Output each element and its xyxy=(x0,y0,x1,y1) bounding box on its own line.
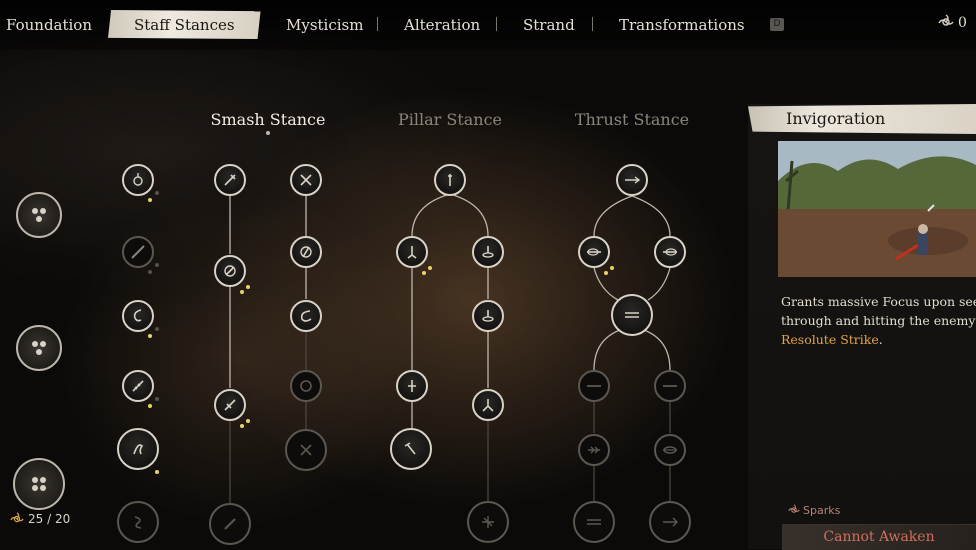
skill-node-major[interactable] xyxy=(117,428,159,470)
skill-node[interactable] xyxy=(122,236,154,268)
spark-icon xyxy=(788,504,800,513)
pillar-slam-icon xyxy=(404,442,416,455)
skill-node[interactable] xyxy=(122,164,154,196)
upgrade-pip xyxy=(422,271,426,275)
skill-node[interactable] xyxy=(122,370,154,402)
upgrade-pip xyxy=(246,285,250,289)
skill-node[interactable] xyxy=(434,164,466,196)
skill-node[interactable] xyxy=(472,300,504,332)
description-line: Grants massive Focus upon seeing xyxy=(781,294,976,309)
thrust-icon xyxy=(663,385,677,387)
skill-node-locked[interactable] xyxy=(654,434,686,466)
skill-node-locked[interactable] xyxy=(290,370,322,402)
staff-smash-icon xyxy=(224,174,236,186)
upgrade-pip xyxy=(155,263,159,267)
upgrade-pip xyxy=(428,266,432,270)
skill-node[interactable] xyxy=(214,389,246,421)
skill-node-locked[interactable] xyxy=(209,503,251,545)
skill-node-locked[interactable] xyxy=(467,501,509,543)
skill-node-locked[interactable] xyxy=(578,434,610,466)
cross-staves-icon xyxy=(300,174,312,186)
eye-icon xyxy=(663,446,677,454)
skill-node-locked[interactable] xyxy=(578,370,610,402)
crescent-icon xyxy=(300,310,312,322)
upgrade-pip xyxy=(155,470,159,474)
skill-node[interactable] xyxy=(214,164,246,196)
thrust-combo-icon xyxy=(587,519,601,525)
staff-smash-icon xyxy=(224,518,236,530)
thrust-icon xyxy=(625,176,641,184)
thrust-icon xyxy=(663,517,679,527)
monkey-leap-icon xyxy=(133,444,144,455)
upgrade-pip xyxy=(240,424,244,428)
sparks-cost: Sparks xyxy=(788,504,840,517)
swirl-icon xyxy=(134,516,142,529)
description-line: through and hitting the enemy wi xyxy=(781,313,976,328)
upgrade-pip xyxy=(148,334,152,338)
description-line: Resolute Strike. xyxy=(781,332,883,347)
burst-icon xyxy=(482,516,494,528)
skill-node-major[interactable] xyxy=(611,294,653,336)
pillar-sweep-icon xyxy=(482,399,494,412)
skill-node[interactable] xyxy=(122,300,154,332)
spin-icon xyxy=(133,173,143,186)
skill-node-locked[interactable] xyxy=(285,429,327,471)
skill-node-major[interactable] xyxy=(390,428,432,470)
skill-node[interactable] xyxy=(396,236,428,268)
skill-description: Grants massive Focus upon seeing through… xyxy=(781,292,976,349)
pillar-stand-icon xyxy=(408,380,416,392)
upgrade-pip xyxy=(148,270,152,274)
hook-icon xyxy=(133,309,142,322)
skill-node-locked[interactable] xyxy=(649,501,691,543)
upgrade-pip xyxy=(604,271,608,275)
skill-node-locked[interactable] xyxy=(654,370,686,402)
upgrade-pip xyxy=(240,290,244,294)
skill-node-locked[interactable] xyxy=(117,501,159,543)
orb-icon xyxy=(300,380,312,392)
upgrade-pip xyxy=(155,397,159,401)
upgrade-pip xyxy=(610,266,614,270)
skill-node[interactable] xyxy=(214,255,246,287)
upgrade-pip xyxy=(155,191,159,195)
thrust-wind-icon xyxy=(663,248,677,256)
thrust-icon xyxy=(587,385,601,387)
staff-charge-icon xyxy=(132,380,144,392)
skill-node[interactable] xyxy=(578,236,610,268)
upgrade-pip xyxy=(155,327,159,331)
skill-node[interactable] xyxy=(472,389,504,421)
highlight-skill-name: Resolute Strike xyxy=(781,332,879,347)
whirl-icon xyxy=(224,265,236,277)
skill-node[interactable] xyxy=(396,370,428,402)
heavy-smash-icon xyxy=(224,399,236,411)
pillar-kick-icon xyxy=(407,246,417,259)
pillar-spin-icon xyxy=(482,246,494,258)
skill-preview-image xyxy=(778,141,976,277)
awaken-button[interactable]: Cannot Awaken xyxy=(782,524,976,550)
skill-detail-panel: Invigoration Grants massive Focus upon s… xyxy=(748,104,976,550)
skill-node[interactable] xyxy=(654,236,686,268)
upgrade-pip xyxy=(148,198,152,202)
feather-icon xyxy=(588,446,600,454)
pillar-spin-icon xyxy=(482,310,494,322)
slash-circle-icon xyxy=(300,246,312,258)
skill-title: Invigoration xyxy=(748,104,976,134)
skill-node[interactable] xyxy=(290,236,322,268)
upgrade-pip xyxy=(148,404,152,408)
skill-node[interactable] xyxy=(472,236,504,268)
thrust-combo-icon xyxy=(625,312,639,318)
staff-strike-icon xyxy=(131,245,145,259)
skill-node[interactable] xyxy=(290,300,322,332)
upgrade-pip xyxy=(246,419,250,423)
skill-node[interactable] xyxy=(290,164,322,196)
thrust-wind-icon xyxy=(587,248,601,256)
skill-node-locked[interactable] xyxy=(573,501,615,543)
pillar-icon xyxy=(448,174,452,186)
cross-staves-icon xyxy=(300,444,312,456)
skill-node[interactable] xyxy=(616,164,648,196)
